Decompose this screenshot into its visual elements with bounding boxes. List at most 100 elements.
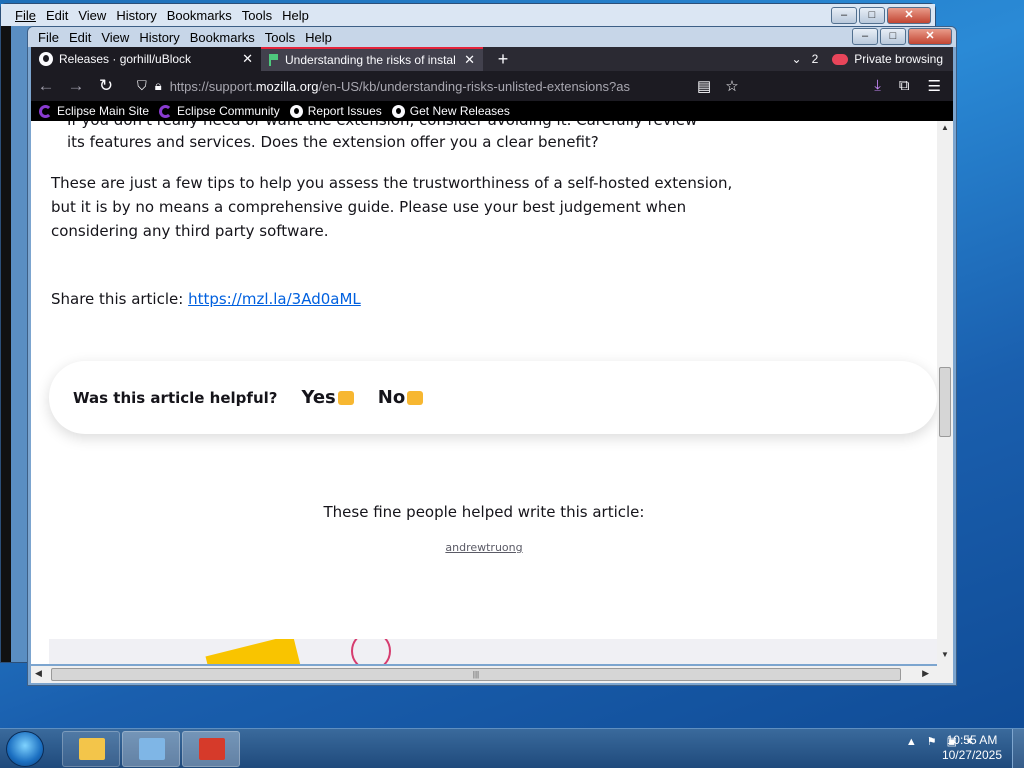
bg-close-button[interactable]: ✕ — [887, 7, 931, 24]
menu-bar: File Edit View History Bookmarks Tools H… — [28, 27, 956, 47]
menu-file[interactable]: File — [38, 30, 59, 45]
scroll-left-icon[interactable]: ◀ — [35, 668, 42, 679]
shield-icon[interactable]: ⛉ — [137, 78, 147, 94]
downloads-icon[interactable]: ⤓ — [874, 77, 881, 95]
decorative-shape — [205, 639, 303, 664]
thumbs-up-icon — [337, 390, 354, 405]
reader-view-icon[interactable]: ▤ — [697, 77, 711, 95]
bg-menu-view[interactable]: View — [78, 8, 106, 23]
bg-menu-history[interactable]: History — [116, 8, 156, 23]
extensions-icon[interactable]: ⧉ — [899, 77, 910, 95]
start-button[interactable] — [6, 731, 44, 767]
bg-menu-help[interactable]: Help — [282, 8, 309, 23]
reload-button[interactable]: ↻ — [91, 76, 121, 96]
tab-releases[interactable]: Releases · gorhill/uBlock ✕ — [31, 47, 261, 71]
bookmarks-toolbar: Eclipse Main Site Eclipse Community Repo… — [31, 101, 953, 121]
bookmark-star-icon[interactable]: ☆ — [725, 77, 738, 95]
eclipse-icon — [159, 104, 173, 118]
menu-edit[interactable]: Edit — [69, 30, 91, 45]
browser-window: File Edit View History Bookmarks Tools H… — [27, 26, 957, 686]
feedback-card: Was this article helpful? Yes No — [49, 361, 937, 434]
tab-title: Releases · gorhill/uBlock — [59, 52, 192, 66]
page-content: If you don't really need or want the ext… — [31, 121, 937, 664]
close-button[interactable]: ✕ — [908, 28, 952, 45]
flag-icon — [269, 54, 279, 66]
menu-bookmarks[interactable]: Bookmarks — [190, 30, 255, 45]
taskbar-app[interactable] — [182, 731, 240, 767]
taskbar-explorer[interactable] — [62, 731, 120, 767]
bookmark-report-issues[interactable]: Report Issues — [289, 104, 382, 118]
paragraph-line: considering any third party software. — [51, 222, 329, 240]
url-host: mozilla.org — [255, 78, 319, 94]
horizontal-scrollbar[interactable]: ◀ ||| ▶ — [31, 666, 953, 683]
clock-date: 10/27/2025 — [941, 748, 1002, 762]
menu-tools[interactable]: Tools — [265, 30, 295, 45]
scroll-down-icon[interactable]: ▼ — [937, 650, 953, 664]
bg-menu-tools[interactable]: Tools — [242, 8, 272, 23]
url-scheme: https://support. — [169, 78, 256, 94]
hamburger-menu-icon[interactable]: ☰ — [928, 77, 941, 95]
vertical-scrollbar[interactable]: ▲ ▼ — [937, 121, 953, 666]
chevron-down-icon: ⌄ — [791, 52, 802, 66]
bg-maximize-button[interactable]: □ — [859, 7, 885, 24]
bg-window-controls: – □ ✕ — [831, 7, 931, 24]
maximize-button[interactable]: □ — [880, 28, 906, 45]
bookmark-label: Eclipse Community — [177, 104, 280, 118]
bookmark-eclipse-community[interactable]: Eclipse Community — [159, 104, 280, 118]
eclipse-icon — [39, 104, 52, 118]
clock[interactable]: 10:55 AM 10/27/2025 — [942, 733, 1002, 763]
list-item-text: its features and services. Does the exte… — [67, 133, 599, 151]
list-all-tabs-button[interactable]: ⌄ 2 — [792, 52, 819, 66]
paragraph-line: but it is by no means a comprehensive gu… — [51, 198, 687, 216]
scroll-right-icon[interactable]: ▶ — [922, 668, 929, 679]
private-browsing-indicator: Private browsing — [832, 52, 943, 66]
share-row: Share this article: https://mzl.la/3Ad0a… — [51, 287, 361, 311]
horizontal-scroll-thumb[interactable]: ||| — [51, 668, 901, 681]
bg-minimize-button[interactable]: – — [831, 7, 857, 24]
back-button[interactable]: ← — [31, 76, 61, 96]
minimize-button[interactable]: – — [852, 28, 878, 45]
taskbar-control-panel[interactable] — [122, 731, 180, 767]
control-panel-icon — [139, 738, 165, 760]
tab-title: Understanding the risks of instal — [285, 53, 456, 67]
contributor-link[interactable]: andrewtruong — [31, 541, 937, 554]
bg-menu-edit[interactable]: Edit — [46, 8, 68, 23]
tab-bar: Releases · gorhill/uBlock ✕ Understandin… — [31, 47, 953, 71]
show-desktop-button[interactable] — [1012, 729, 1024, 768]
new-tab-button[interactable]: + — [489, 49, 517, 70]
share-link[interactable]: https://mzl.la/3Ad0aML — [188, 290, 361, 308]
action-center-icon[interactable]: ⚑ — [927, 735, 937, 748]
tray-expand-icon[interactable]: ▲ — [906, 736, 917, 748]
bookmark-label: Report Issues — [307, 104, 382, 118]
vertical-scroll-thumb[interactable] — [939, 367, 951, 437]
footer-illustration — [49, 639, 937, 664]
bookmark-get-new-releases[interactable]: Get New Releases — [391, 104, 510, 118]
taskbar: ▲ ⚑ ▣ 🔇︎ 10:55 AM 10/27/2025 — [0, 728, 1024, 768]
folder-icon — [79, 738, 105, 760]
clock-time: 10:55 AM — [946, 733, 998, 747]
bg-menu-file[interactable]: File — [15, 8, 36, 23]
scroll-up-icon[interactable]: ▲ — [937, 123, 953, 137]
toolbar-right: ⤓ ⧉ ☰ — [874, 77, 941, 95]
bg-menu-bookmarks[interactable]: Bookmarks — [167, 8, 232, 23]
github-icon — [391, 104, 405, 118]
contributors-heading: These fine people helped write this arti… — [323, 503, 645, 521]
close-tab-icon[interactable]: ✕ — [242, 51, 253, 67]
forward-button[interactable]: → — [61, 76, 91, 96]
tab-count: 2 — [811, 52, 819, 66]
menu-history[interactable]: History — [139, 30, 179, 45]
bookmark-label: Eclipse Main Site — [57, 104, 150, 118]
bookmark-eclipse-main-site[interactable]: Eclipse Main Site — [39, 104, 149, 118]
tab-understanding-risks[interactable]: Understanding the risks of instal ✕ — [261, 47, 483, 71]
lock-icon[interactable]: 🔒︎ — [155, 78, 162, 94]
bookmark-label: Get New Releases — [409, 104, 510, 118]
github-icon — [289, 104, 303, 118]
close-tab-icon[interactable]: ✕ — [464, 52, 475, 68]
yes-button[interactable]: Yes — [301, 387, 354, 408]
url-bar[interactable]: ⛉ 🔒︎ https://support.mozilla.org/en-US/k… — [133, 74, 693, 98]
menu-view[interactable]: View — [101, 30, 129, 45]
url-bar-actions: ▤ ☆ — [697, 77, 739, 95]
menu-help[interactable]: Help — [305, 30, 332, 45]
no-button[interactable]: No — [378, 387, 424, 408]
app-icon — [199, 738, 225, 760]
